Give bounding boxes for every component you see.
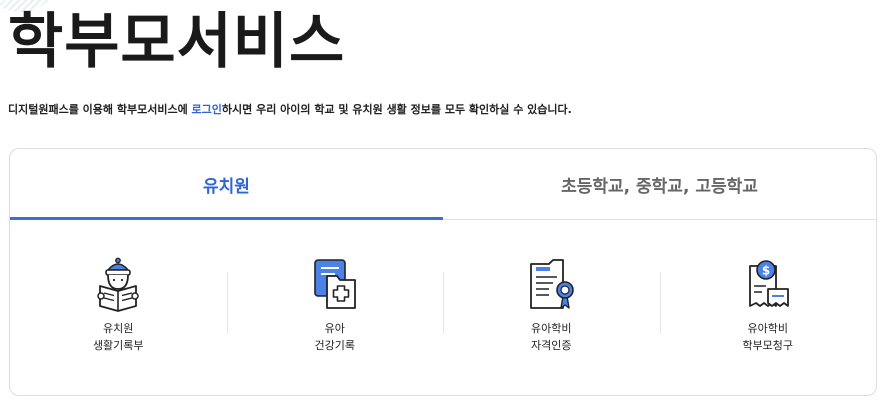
service-label-line2: 자격인증 bbox=[531, 339, 572, 352]
service-label-line1: 유아학비 bbox=[747, 322, 788, 335]
service-label: 유아학비 자격인증 bbox=[531, 320, 571, 354]
tab-schools[interactable]: 초등학교, 중학교, 고등학교 bbox=[443, 149, 876, 219]
service-panel: 유치원 초등학교, 중학교, 고등학교 유치원 생활기록부 유아 건강기록 유아… bbox=[9, 148, 877, 396]
tab-kindergarten[interactable]: 유치원 bbox=[10, 149, 443, 220]
page-title: 학부모서비스 bbox=[8, 7, 346, 77]
reading-child-icon bbox=[97, 257, 139, 312]
svg-text:$: $ bbox=[762, 264, 770, 278]
tab-bar: 유치원 초등학교, 중학교, 고등학교 bbox=[10, 149, 876, 220]
certificate-icon bbox=[530, 259, 575, 309]
service-parent-claim[interactable]: $ 유아학비 학부모청구 bbox=[659, 256, 877, 376]
intro-text: 디지털원패스를 이용해 학부모서비스에 로그인하시면 우리 아이의 학교 및 유… bbox=[8, 101, 572, 117]
service-tuition-certification[interactable]: 유아학비 자격인증 bbox=[443, 256, 660, 376]
service-label: 유아 건강기록 bbox=[315, 320, 355, 354]
service-label: 유아학비 학부모청구 bbox=[742, 320, 793, 354]
billing-icon: $ bbox=[748, 260, 789, 307]
service-label-line2: 생활기록부 bbox=[92, 339, 144, 352]
service-label-line2: 학부모청구 bbox=[742, 339, 794, 352]
service-label: 유치원 생활기록부 bbox=[93, 320, 144, 354]
intro-text-before: 디지털원패스를 이용해 학부모서비스에 bbox=[8, 103, 192, 116]
service-health-record[interactable]: 유아 건강기록 bbox=[226, 256, 444, 376]
health-record-icon bbox=[313, 259, 356, 309]
service-label-line1: 유치원 bbox=[103, 322, 134, 335]
login-link[interactable]: 로그인 bbox=[192, 103, 222, 116]
service-label-line1: 유아 bbox=[324, 322, 345, 335]
service-label-line1: 유아학비 bbox=[531, 322, 572, 335]
service-label-line2: 건강기록 bbox=[314, 339, 355, 352]
intro-text-after: 하시면 우리 아이의 학교 및 유치원 생활 정보를 모두 확인하실 수 있습니… bbox=[221, 103, 572, 116]
service-list: 유치원 생활기록부 유아 건강기록 유아학비 자격인증 $ 유아학비 학부모청구 bbox=[10, 220, 876, 376]
service-kindergarten-record[interactable]: 유치원 생활기록부 bbox=[10, 256, 227, 376]
